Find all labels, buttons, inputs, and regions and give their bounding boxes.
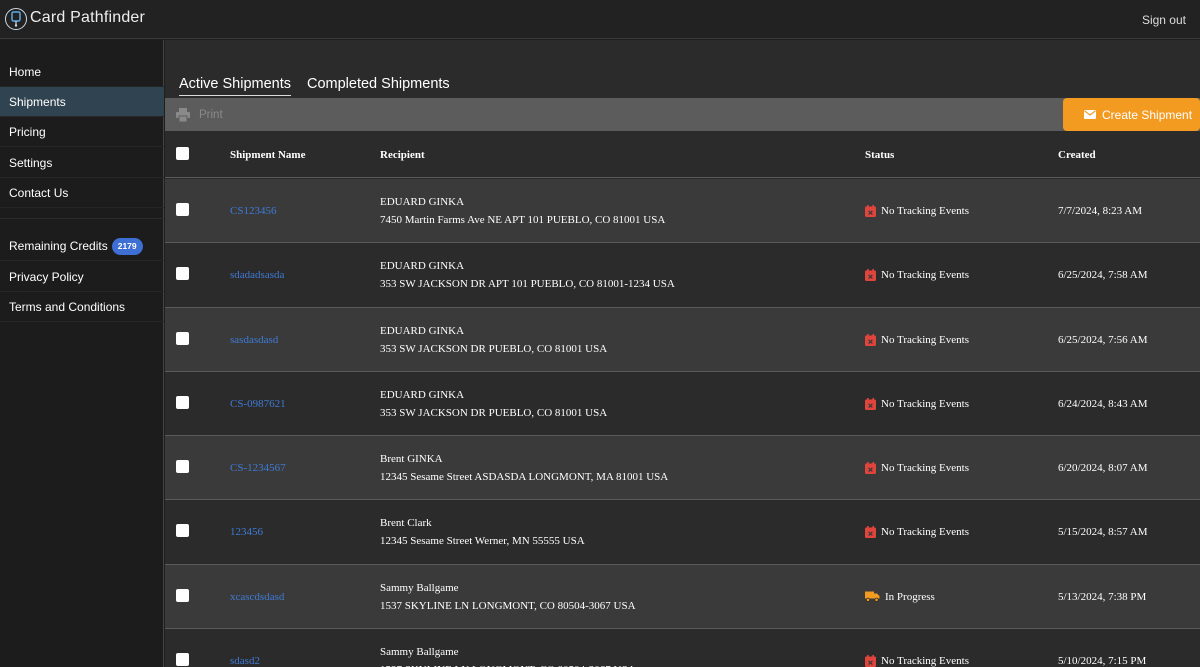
status-text: No Tracking Events bbox=[881, 333, 969, 346]
created-date: 7/7/2024, 8:23 AM bbox=[1058, 205, 1143, 217]
create-shipment-label: Create Shipment bbox=[1102, 108, 1193, 122]
table-row[interactable]: xcascdsdasd Sammy Ballgame 1537 SKYLINE LN… bbox=[165, 564, 1200, 630]
row-checkbox[interactable] bbox=[176, 588, 189, 602]
toolbar: Print Create Shipment bbox=[165, 98, 1200, 131]
print-label: Print bbox=[199, 109, 223, 121]
sidebar-item-contact-us[interactable]: Contact Us bbox=[0, 178, 164, 208]
table-row[interactable]: CS123456 EDUARD GINKA 7450 Martin Farms Av… bbox=[165, 179, 1200, 244]
top-bar: Card Pathfinder Sign out bbox=[0, 0, 1200, 39]
row-checkbox[interactable] bbox=[176, 331, 189, 345]
table-row[interactable]: CS-0987621 EDUARD GINKA 353 SW JACKSON DR … bbox=[165, 371, 1200, 437]
column-header-shipment-name[interactable]: Shipment Name bbox=[230, 149, 305, 161]
recipient-name: Brent GINKA bbox=[380, 453, 443, 466]
shipment-name-link[interactable]: xcascdsdasd bbox=[230, 591, 284, 603]
table-row[interactable]: sasdasdasd EDUARD GINKA 353 SW JACKSON DR … bbox=[165, 307, 1200, 372]
calendar-x-icon bbox=[865, 397, 876, 413]
sign-out-link[interactable]: Sign out bbox=[1142, 13, 1186, 27]
status-text: No Tracking Events bbox=[881, 269, 969, 282]
status-text: No Tracking Events bbox=[881, 397, 969, 410]
sidebar-item-pricing[interactable]: Pricing bbox=[0, 117, 164, 147]
shipment-name-link[interactable]: CS-0987621 bbox=[230, 398, 286, 410]
printer-icon bbox=[176, 108, 190, 123]
sidebar-item-home[interactable]: Home bbox=[0, 57, 164, 87]
recipient-name: EDUARD GINKA bbox=[380, 196, 465, 208]
row-checkbox[interactable] bbox=[176, 203, 189, 216]
select-all-checkbox[interactable] bbox=[176, 147, 189, 160]
status-text: No Tracking Events bbox=[881, 655, 969, 667]
envelope-icon bbox=[1084, 110, 1096, 119]
sidebar-item-remaining-credits[interactable]: Remaining Credits 2179 bbox=[0, 231, 164, 261]
created-date: 6/24/2024, 8:43 AM bbox=[1058, 397, 1148, 410]
recipient-name: EDUARD GINKA bbox=[380, 260, 465, 273]
recipient-address: 12345 Sesame Street Werner, MN 55555 USA bbox=[380, 535, 585, 548]
calendar-x-icon bbox=[865, 526, 876, 541]
status-text: No Tracking Events bbox=[881, 205, 969, 217]
recipient-address: 353 SW JACKSON DR PUEBLO, CO 81001 USA bbox=[380, 342, 608, 355]
truck-icon bbox=[865, 591, 880, 605]
sidebar-item-privacy-policy[interactable]: Privacy Policy bbox=[0, 262, 164, 292]
column-header-status[interactable]: Status bbox=[865, 149, 894, 161]
table-header: Shipment Name Recipient Status Created bbox=[165, 131, 1200, 178]
created-date: 5/13/2024, 7:38 PM bbox=[1058, 590, 1147, 603]
calendar-x-icon bbox=[865, 333, 876, 349]
created-date: 6/20/2024, 8:07 AM bbox=[1058, 462, 1148, 475]
sidebar-item-terms[interactable]: Terms and Conditions bbox=[0, 292, 164, 322]
status-text: In Progress bbox=[885, 590, 935, 603]
table-row[interactable]: 123456 Brent Clark 12345 Sesame Street Wer… bbox=[165, 500, 1200, 565]
recipient-address: 353 SW JACKSON DR PUEBLO, CO 81001 USA bbox=[380, 406, 608, 419]
recipient-name: EDUARD GINKA bbox=[380, 324, 465, 337]
shipment-name-link[interactable]: sasdasdasd bbox=[230, 334, 278, 346]
app-title: Card Pathfinder bbox=[30, 9, 146, 26]
row-checkbox[interactable] bbox=[176, 460, 189, 474]
main-content: Active Shipments Completed Shipments Pri… bbox=[165, 40, 1200, 667]
tab-completed-shipments[interactable]: Completed Shipments bbox=[307, 76, 450, 95]
shipments-table-body: CS123456 EDUARD GINKA 7450 Martin Farms Av… bbox=[165, 179, 1200, 667]
row-checkbox[interactable] bbox=[176, 395, 189, 409]
calendar-x-icon bbox=[865, 655, 876, 667]
remaining-credits-label: Remaining Credits bbox=[9, 239, 108, 253]
row-checkbox[interactable] bbox=[176, 267, 189, 281]
recipient-name: Sammy Ballgame bbox=[380, 646, 459, 659]
calendar-x-icon bbox=[865, 205, 876, 220]
recipient-address: 1537 SKYLINE LN LONGMONT, CO 80504-3067 … bbox=[380, 599, 636, 612]
shipment-name-link[interactable]: 123456 bbox=[230, 526, 263, 538]
row-checkbox[interactable] bbox=[176, 524, 189, 538]
recipient-name: Brent Clark bbox=[380, 517, 432, 530]
created-date: 5/10/2024, 7:15 PM bbox=[1058, 655, 1147, 667]
table-row[interactable]: CS-1234567 Brent GINKA 12345 Sesame Street… bbox=[165, 436, 1200, 501]
status-text: No Tracking Events bbox=[881, 526, 969, 539]
sidebar-item-shipments[interactable]: Shipments bbox=[0, 87, 164, 117]
table-row[interactable]: sdadadsasda EDUARD GINKA 353 SW JACKSON DR… bbox=[165, 243, 1200, 308]
created-date: 5/15/2024, 8:57 AM bbox=[1058, 526, 1148, 539]
calendar-x-icon bbox=[865, 462, 876, 477]
app-logo-icon bbox=[5, 8, 27, 30]
tab-active-shipments[interactable]: Active Shipments bbox=[179, 76, 292, 96]
shipment-name-link[interactable]: CS123456 bbox=[230, 205, 276, 217]
column-header-recipient[interactable]: Recipient bbox=[380, 149, 425, 161]
shipment-name-link[interactable]: sdadadsasda bbox=[230, 269, 284, 281]
shipment-name-link[interactable]: sdasd2 bbox=[230, 655, 260, 667]
sidebar-divider bbox=[0, 218, 164, 219]
created-date: 6/25/2024, 7:58 AM bbox=[1058, 269, 1148, 282]
sidebar: Home Shipments Pricing Settings Contact … bbox=[0, 40, 164, 667]
calendar-x-icon bbox=[865, 269, 876, 284]
created-date: 6/25/2024, 7:56 AM bbox=[1058, 333, 1148, 346]
column-header-created[interactable]: Created bbox=[1058, 149, 1096, 161]
recipient-address: 353 SW JACKSON DR APT 101 PUEBLO, CO 810… bbox=[380, 278, 675, 291]
recipient-address: 7450 Martin Farms Ave NE APT 101 PUEBLO,… bbox=[380, 214, 666, 226]
shipment-name-link[interactable]: CS-1234567 bbox=[230, 462, 286, 474]
recipient-name: EDUARD GINKA bbox=[380, 388, 465, 401]
create-shipment-button[interactable]: Create Shipment bbox=[1063, 98, 1200, 131]
credits-badge: 2179 bbox=[111, 238, 143, 255]
row-checkbox[interactable] bbox=[176, 653, 189, 667]
sidebar-item-settings[interactable]: Settings bbox=[0, 148, 164, 178]
recipient-address: 12345 Sesame Street ASDASDA LONGMONT, MA… bbox=[380, 471, 669, 484]
table-row[interactable]: sdasd2Sammy Ballgame1537 SKYLINE LN LONG… bbox=[165, 629, 1200, 667]
status-text: No Tracking Events bbox=[881, 462, 969, 475]
recipient-name: Sammy Ballgame bbox=[380, 581, 459, 594]
